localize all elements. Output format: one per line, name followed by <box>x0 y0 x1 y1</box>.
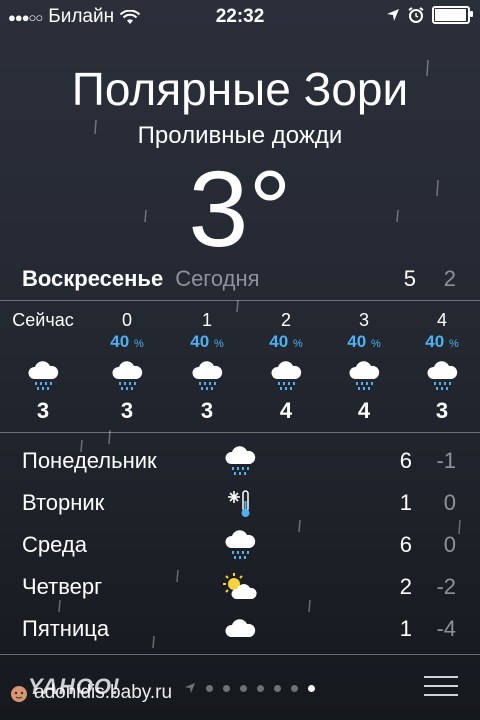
today-summary: Воскресенье Сегодня 5 2 <box>22 262 456 296</box>
daily-day-name: Понедельник <box>22 448 157 473</box>
snow-cold-icon <box>220 486 260 520</box>
daily-high: 6 <box>399 532 412 557</box>
weather-condition: Проливные дожди <box>137 122 343 149</box>
hour-temp: 4 <box>279 398 293 423</box>
hour-item: 2 40 % 4 <box>246 302 326 424</box>
hour-item: 4 40 % 3 <box>402 302 480 424</box>
hour-precip: 40 % <box>269 332 303 351</box>
hour-item: 3 40 % 4 <box>324 302 404 424</box>
rain-cloud-icon <box>220 444 260 478</box>
divider <box>0 432 480 433</box>
hour-time: 4 <box>436 310 447 330</box>
daily-high: 1 <box>399 490 412 515</box>
rain-cloud-icon <box>220 528 260 562</box>
today-low: 2 <box>443 266 456 291</box>
page-dot[interactable] <box>240 684 247 692</box>
current-temperature: 3° <box>188 148 292 269</box>
rain-cloud-icon <box>167 354 247 398</box>
daily-day-name: Среда <box>22 532 87 557</box>
hour-precip: 40 % <box>425 332 459 351</box>
rain-cloud-icon <box>402 354 480 398</box>
daily-low: -1 <box>436 448 456 473</box>
daily-high: 2 <box>399 574 412 599</box>
alarm-icon <box>408 7 424 23</box>
hour-temp: 4 <box>357 398 371 423</box>
page-dot[interactable] <box>274 684 281 692</box>
hour-temp: 3 <box>120 398 134 423</box>
daily-day-name: Вторник <box>22 490 105 515</box>
page-indicator[interactable] <box>184 682 315 694</box>
today-high: 5 <box>403 266 416 291</box>
page-dot[interactable] <box>257 684 264 692</box>
divider <box>0 654 480 655</box>
hour-item: Сейчас 3 <box>3 302 83 424</box>
daily-low: 0 <box>443 532 456 557</box>
city-name: Полярные Зори <box>71 63 409 115</box>
page-dot[interactable] <box>206 684 213 692</box>
today-day-name: Воскресенье <box>22 266 164 291</box>
hour-temp: 3 <box>200 398 214 423</box>
daily-row: Четверг 2 -2 <box>0 566 480 608</box>
watermark: adonidis.baby.ru <box>8 682 172 704</box>
daily-high: 6 <box>399 448 412 473</box>
rain-cloud-icon <box>324 354 404 398</box>
hour-time: 0 <box>121 310 132 330</box>
hour-time: 1 <box>201 310 212 330</box>
location-arrow-icon <box>184 682 196 694</box>
daily-low: 0 <box>443 490 456 515</box>
daily-forecast: Понедельник 6 -1 Вторник 1 0 Среда 6 0 Ч… <box>0 440 480 650</box>
hour-item: 0 40 % 3 <box>87 302 167 424</box>
daily-row: Среда 6 0 <box>0 524 480 566</box>
rain-cloud-icon <box>3 354 83 398</box>
hour-precip: 40 % <box>110 332 144 351</box>
baby-face-icon <box>11 686 27 702</box>
divider <box>0 300 480 301</box>
battery-icon <box>432 6 473 24</box>
hour-time: Сейчас <box>12 310 74 330</box>
daily-high: 1 <box>399 616 412 641</box>
watermark-text: adonidis.baby.ru <box>34 682 173 703</box>
hour-temp: 3 <box>36 398 50 423</box>
daily-row: Пятница 1 -4 <box>0 608 480 650</box>
daily-day-name: Пятница <box>22 616 110 641</box>
hour-temp: 3 <box>435 398 449 423</box>
hour-precip <box>3 332 83 352</box>
hour-time: 3 <box>358 310 369 330</box>
status-bar: ●●●○○ Билайн 22:32 <box>0 0 480 34</box>
cloud-icon <box>220 612 260 646</box>
daily-low: -4 <box>436 616 456 641</box>
page-dot[interactable] <box>308 684 315 692</box>
page-dot[interactable] <box>223 684 230 692</box>
page-dot[interactable] <box>291 684 298 692</box>
daily-day-name: Четверг <box>22 574 103 599</box>
rain-cloud-icon <box>87 354 167 398</box>
rain-cloud-icon <box>246 354 326 398</box>
hourly-forecast[interactable]: Сейчас 3 0 40 % 3 1 40 % 3 2 40 % 4 3 40… <box>0 302 480 432</box>
daily-low: -2 <box>436 574 456 599</box>
hour-precip: 40 % <box>347 332 381 351</box>
hour-time: 2 <box>280 310 291 330</box>
daily-row: Понедельник 6 -1 <box>0 440 480 482</box>
location-arrow-icon <box>387 9 399 21</box>
hour-precip: 40 % <box>190 332 224 351</box>
partly-cloudy-icon <box>220 570 260 604</box>
hour-item: 1 40 % 3 <box>167 302 247 424</box>
city-list-button[interactable] <box>424 676 458 703</box>
today-label: Сегодня <box>175 266 260 291</box>
daily-row: Вторник 1 0 <box>0 482 480 524</box>
